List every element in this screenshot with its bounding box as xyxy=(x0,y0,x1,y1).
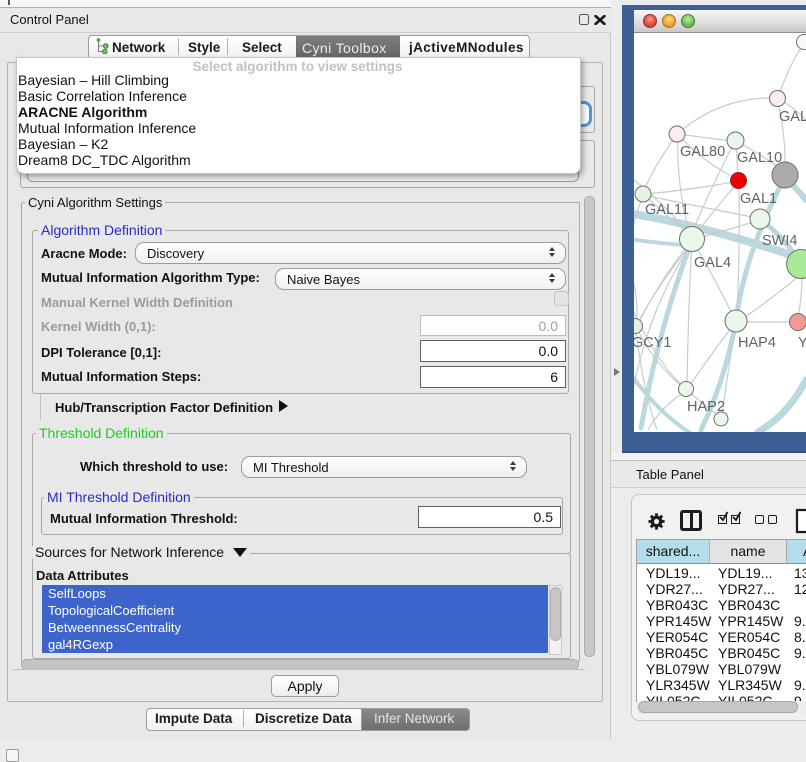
svg-text:HAP2: HAP2 xyxy=(687,399,725,415)
svg-text:GAL11: GAL11 xyxy=(645,202,689,218)
svg-text:Y: Y xyxy=(798,335,806,351)
svg-text:GAL4: GAL4 xyxy=(694,255,731,271)
svg-text:GCY1: GCY1 xyxy=(634,335,672,351)
svg-text:GAL10: GAL10 xyxy=(737,150,782,166)
svg-text:GAL7: GAL7 xyxy=(779,109,806,125)
svg-text:SWI4: SWI4 xyxy=(762,233,797,249)
svg-text:GAL1: GAL1 xyxy=(740,191,777,207)
svg-text:HAP4: HAP4 xyxy=(738,335,776,351)
svg-text:GAL80: GAL80 xyxy=(680,144,725,160)
